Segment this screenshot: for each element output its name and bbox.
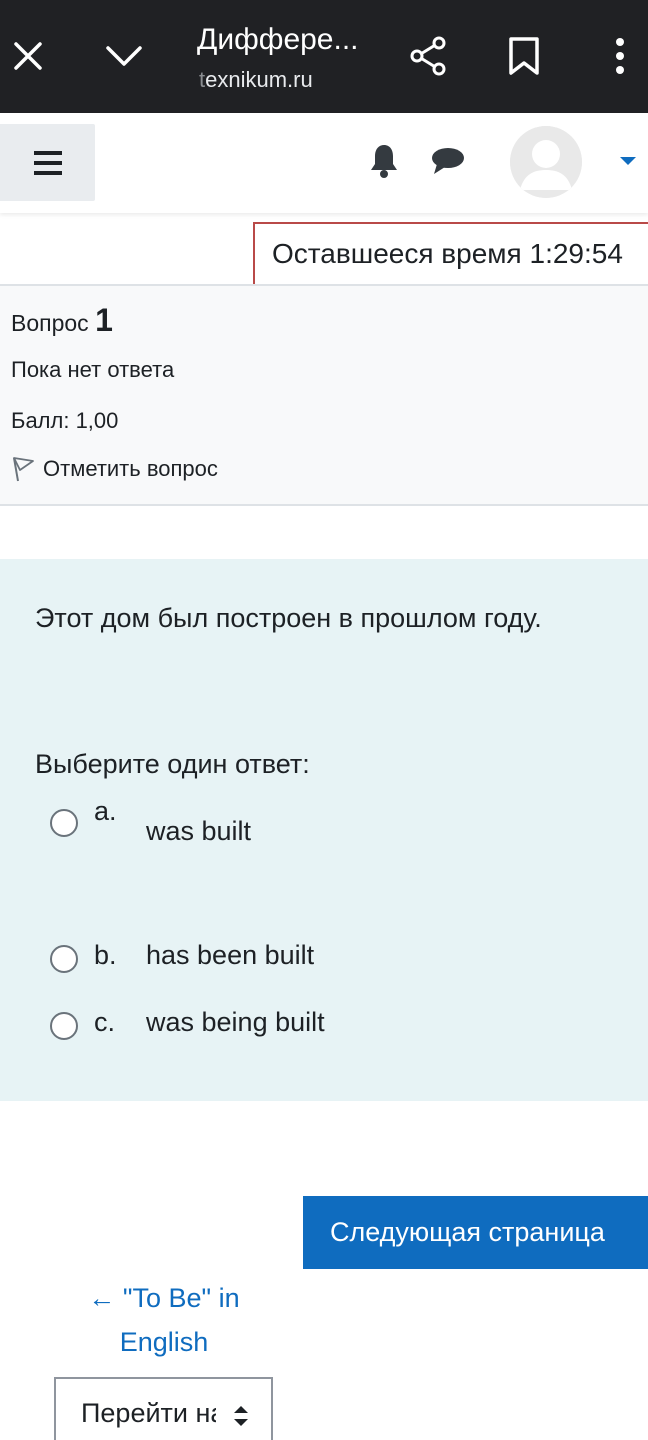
close-icon	[14, 42, 42, 70]
domain-rest: exnikum.ru	[205, 67, 313, 92]
messages-button[interactable]	[424, 137, 472, 185]
option-text: was being built	[146, 1007, 325, 1037]
hamburger-icon	[33, 150, 62, 175]
option-text: was built	[146, 816, 252, 846]
option-letter: c.	[94, 1007, 116, 1037]
minimize-button[interactable]	[98, 28, 150, 84]
share-button[interactable]	[402, 28, 454, 84]
bookmark-icon	[509, 37, 539, 75]
option-letter: b.	[94, 940, 117, 970]
radio-button[interactable]	[50, 945, 78, 973]
notifications-button[interactable]	[362, 137, 406, 185]
browser-domain: texnikum.ru	[199, 66, 313, 94]
avatar	[510, 126, 582, 198]
flag-icon	[13, 457, 34, 482]
next-page-button[interactable]: Следующая страница	[303, 1196, 648, 1269]
share-icon	[410, 36, 446, 76]
close-tab-button[interactable]	[4, 28, 52, 84]
nav-drawer-button[interactable]	[0, 124, 95, 201]
question-number: Вопрос 1	[11, 302, 113, 339]
question-content: Этот дом был построен в прошлом году. Вы…	[0, 559, 648, 1101]
user-menu-toggle[interactable]	[614, 149, 642, 173]
question-state: Пока нет ответа	[11, 357, 175, 382]
bell-icon	[371, 145, 397, 178]
question-info-panel: Вопрос 1 Пока нет ответа Балл: 1,00 Отме…	[0, 284, 648, 506]
chevron-down-icon	[106, 46, 142, 66]
answer-option-c[interactable]: c. was being built	[48, 1004, 608, 1044]
question-text: Этот дом был построен в прошлом году.	[35, 603, 542, 633]
answer-option-b[interactable]: b. has been built	[48, 937, 608, 977]
flag-question-link[interactable]: Отметить вопрос	[11, 456, 218, 482]
timer-label: Оставшееся время	[272, 238, 522, 269]
timer-value: 1:29:54	[529, 238, 623, 269]
question-number-value: 1	[95, 302, 113, 338]
browser-page-title: Диффере...	[197, 23, 359, 56]
option-letter: a.	[94, 796, 117, 826]
chat-icon	[432, 148, 464, 174]
answer-option-a[interactable]: a. was built	[48, 796, 608, 846]
quiz-timer: Оставшееся время 1:29:54	[253, 222, 648, 286]
more-options-button[interactable]	[596, 28, 644, 84]
jump-to-select[interactable]: Перейти на...	[54, 1377, 273, 1440]
browser-toolbar: Диффере... texnikum.ru	[0, 0, 648, 113]
flag-question-label: Отметить вопрос	[43, 456, 218, 481]
bookmark-button[interactable]	[498, 28, 550, 84]
site-navbar	[0, 113, 648, 213]
sort-arrows-icon	[234, 1406, 248, 1426]
answer-prompt: Выберите один ответ:	[35, 749, 310, 779]
caret-down-icon	[620, 157, 636, 165]
radio-button[interactable]	[50, 809, 78, 837]
more-vertical-icon	[616, 38, 624, 74]
user-avatar-button[interactable]	[510, 126, 582, 198]
option-text: has been built	[146, 940, 315, 970]
question-grade: Балл: 1,00	[11, 408, 119, 433]
radio-button[interactable]	[50, 1012, 78, 1040]
question-label: Вопрос	[11, 310, 89, 336]
jump-to-label: Перейти на...	[81, 1398, 216, 1428]
previous-activity-link[interactable]: ← "To Be" in English	[64, 1276, 264, 1364]
page: Диффере... texnikum.ru Оставшееся время …	[0, 0, 648, 1440]
